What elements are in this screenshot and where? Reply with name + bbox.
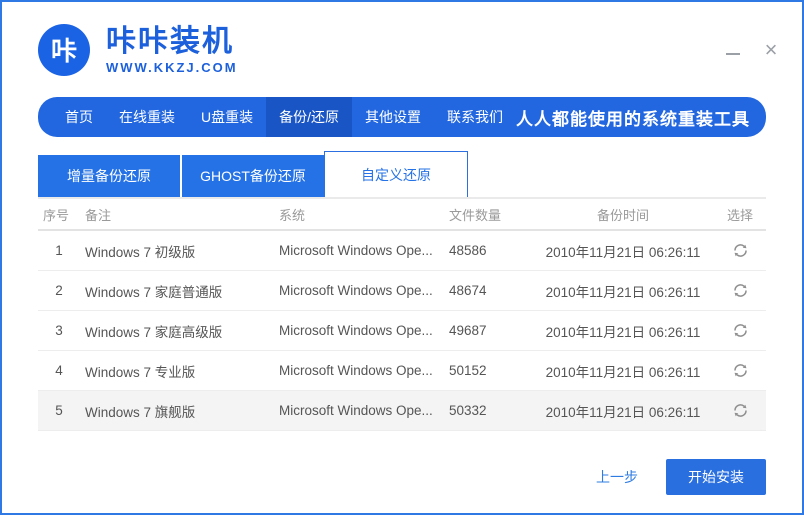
backup-table: 序号 备注 系统 文件数量 备份时间 选择 1 Windows 7 初级版 Mi… (38, 199, 766, 431)
row-file-count: 48674 (449, 283, 487, 298)
tab-ghost-backup[interactable]: GHOST备份还原 (182, 155, 324, 197)
main-nav: 首页 在线重装 U盘重装 备份/还原 其他设置 联系我们 人人都能使用的系统重装… (38, 97, 766, 137)
app-url: WWW.KKZJ.COM (106, 59, 238, 75)
row-backup-time: 2010年11月21日 06:26:11 (545, 364, 701, 380)
row-backup-time: 2010年11月21日 06:26:11 (545, 284, 701, 300)
row-remark: Windows 7 旗舰版 (85, 404, 196, 420)
row-index: 1 (55, 243, 63, 258)
row-remark: Windows 7 家庭高级版 (85, 324, 223, 340)
nav-item-backup-restore[interactable]: 备份/还原 (266, 97, 353, 137)
table-row: 5 Windows 7 旗舰版 Microsoft Windows Ope...… (38, 391, 766, 431)
window-controls: × (722, 36, 782, 62)
sync-refresh-icon (733, 283, 747, 297)
title-bar: 咔 咔咔装机 WWW.KKZJ.COM × (2, 2, 802, 97)
row-backup-time: 2010年11月21日 06:26:11 (545, 404, 701, 420)
row-select-cell (714, 400, 766, 422)
row-remark: Windows 7 初级版 (85, 244, 196, 260)
minimize-icon (726, 52, 740, 55)
close-icon: × (764, 36, 778, 62)
sync-refresh-icon (733, 403, 747, 417)
select-restore-button[interactable] (730, 320, 751, 341)
row-backup-time: 2010年11月21日 06:26:11 (545, 244, 701, 260)
row-file-count: 50332 (449, 403, 487, 418)
row-file-count: 50152 (449, 363, 487, 378)
nav-slogan: 人人都能使用的系统重装工具 (516, 109, 751, 129)
table-row: 3 Windows 7 家庭高级版 Microsoft Windows Ope.… (38, 311, 766, 351)
nav-item-contact-us[interactable]: 联系我们 (434, 97, 516, 137)
tab-incremental-backup[interactable]: 增量备份还原 (38, 155, 180, 197)
col-header-index: 序号 (43, 207, 70, 223)
minimize-button[interactable] (722, 39, 744, 61)
table-header-row: 序号 备注 系统 文件数量 备份时间 选择 (38, 199, 766, 231)
row-index: 3 (55, 323, 63, 338)
col-header-file-count: 文件数量 (449, 207, 502, 223)
start-install-button[interactable]: 开始安装 (666, 459, 766, 495)
nav-item-online-reinstall[interactable]: 在线重装 (106, 97, 188, 137)
nav-item-usb-reinstall[interactable]: U盘重装 (188, 97, 266, 137)
previous-step-button[interactable]: 上一步 (596, 467, 638, 487)
row-select-cell (714, 240, 766, 262)
nav-item-other-settings[interactable]: 其他设置 (352, 97, 434, 137)
row-system: Microsoft Windows Ope... (279, 323, 433, 338)
row-remark: Windows 7 家庭普通版 (85, 284, 223, 300)
sync-refresh-icon (733, 323, 747, 337)
row-index: 5 (55, 403, 63, 418)
logo-badge-glyph: 咔 (50, 36, 77, 66)
sync-refresh-icon (733, 363, 747, 377)
row-system: Microsoft Windows Ope... (279, 403, 433, 418)
row-select-cell (714, 280, 766, 302)
row-remark: Windows 7 专业版 (85, 364, 196, 380)
table-row: 2 Windows 7 家庭普通版 Microsoft Windows Ope.… (38, 271, 766, 311)
row-file-count: 49687 (449, 323, 487, 338)
footer-actions: 上一步 开始安装 (38, 459, 766, 495)
col-header-backup-time: 备份时间 (596, 207, 649, 223)
row-index: 4 (55, 363, 63, 378)
row-select-cell (714, 320, 766, 342)
select-restore-button[interactable] (730, 400, 751, 421)
row-select-cell (714, 360, 766, 382)
row-index: 2 (55, 283, 63, 298)
row-system: Microsoft Windows Ope... (279, 363, 433, 378)
app-window: 咔 咔咔装机 WWW.KKZJ.COM × 首页 在线重装 U盘重装 备份/还原… (0, 0, 804, 515)
logo-texts: 咔咔装机 WWW.KKZJ.COM (106, 25, 238, 75)
app-title: 咔咔装机 (106, 24, 234, 58)
row-system: Microsoft Windows Ope... (279, 243, 433, 258)
sync-refresh-icon (733, 243, 747, 257)
select-restore-button[interactable] (730, 360, 751, 381)
logo-icon: 咔 (38, 23, 90, 76)
tab-custom-restore[interactable]: 自定义还原 (324, 151, 468, 197)
app-logo: 咔 咔咔装机 WWW.KKZJ.COM (38, 23, 238, 76)
row-file-count: 48586 (449, 243, 487, 258)
col-header-system: 系统 (279, 207, 306, 223)
nav-item-home[interactable]: 首页 (52, 97, 106, 137)
row-system: Microsoft Windows Ope... (279, 283, 433, 298)
table-row: 1 Windows 7 初级版 Microsoft Windows Ope...… (38, 231, 766, 271)
col-header-select: 选择 (726, 207, 753, 223)
restore-tabs: 增量备份还原 GHOST备份还原 自定义还原 (38, 151, 766, 199)
select-restore-button[interactable] (730, 280, 751, 301)
select-restore-button[interactable] (730, 240, 751, 261)
close-button[interactable]: × (760, 36, 782, 62)
table-row: 4 Windows 7 专业版 Microsoft Windows Ope...… (38, 351, 766, 391)
col-header-remark: 备注 (85, 207, 112, 223)
row-backup-time: 2010年11月21日 06:26:11 (545, 324, 701, 340)
